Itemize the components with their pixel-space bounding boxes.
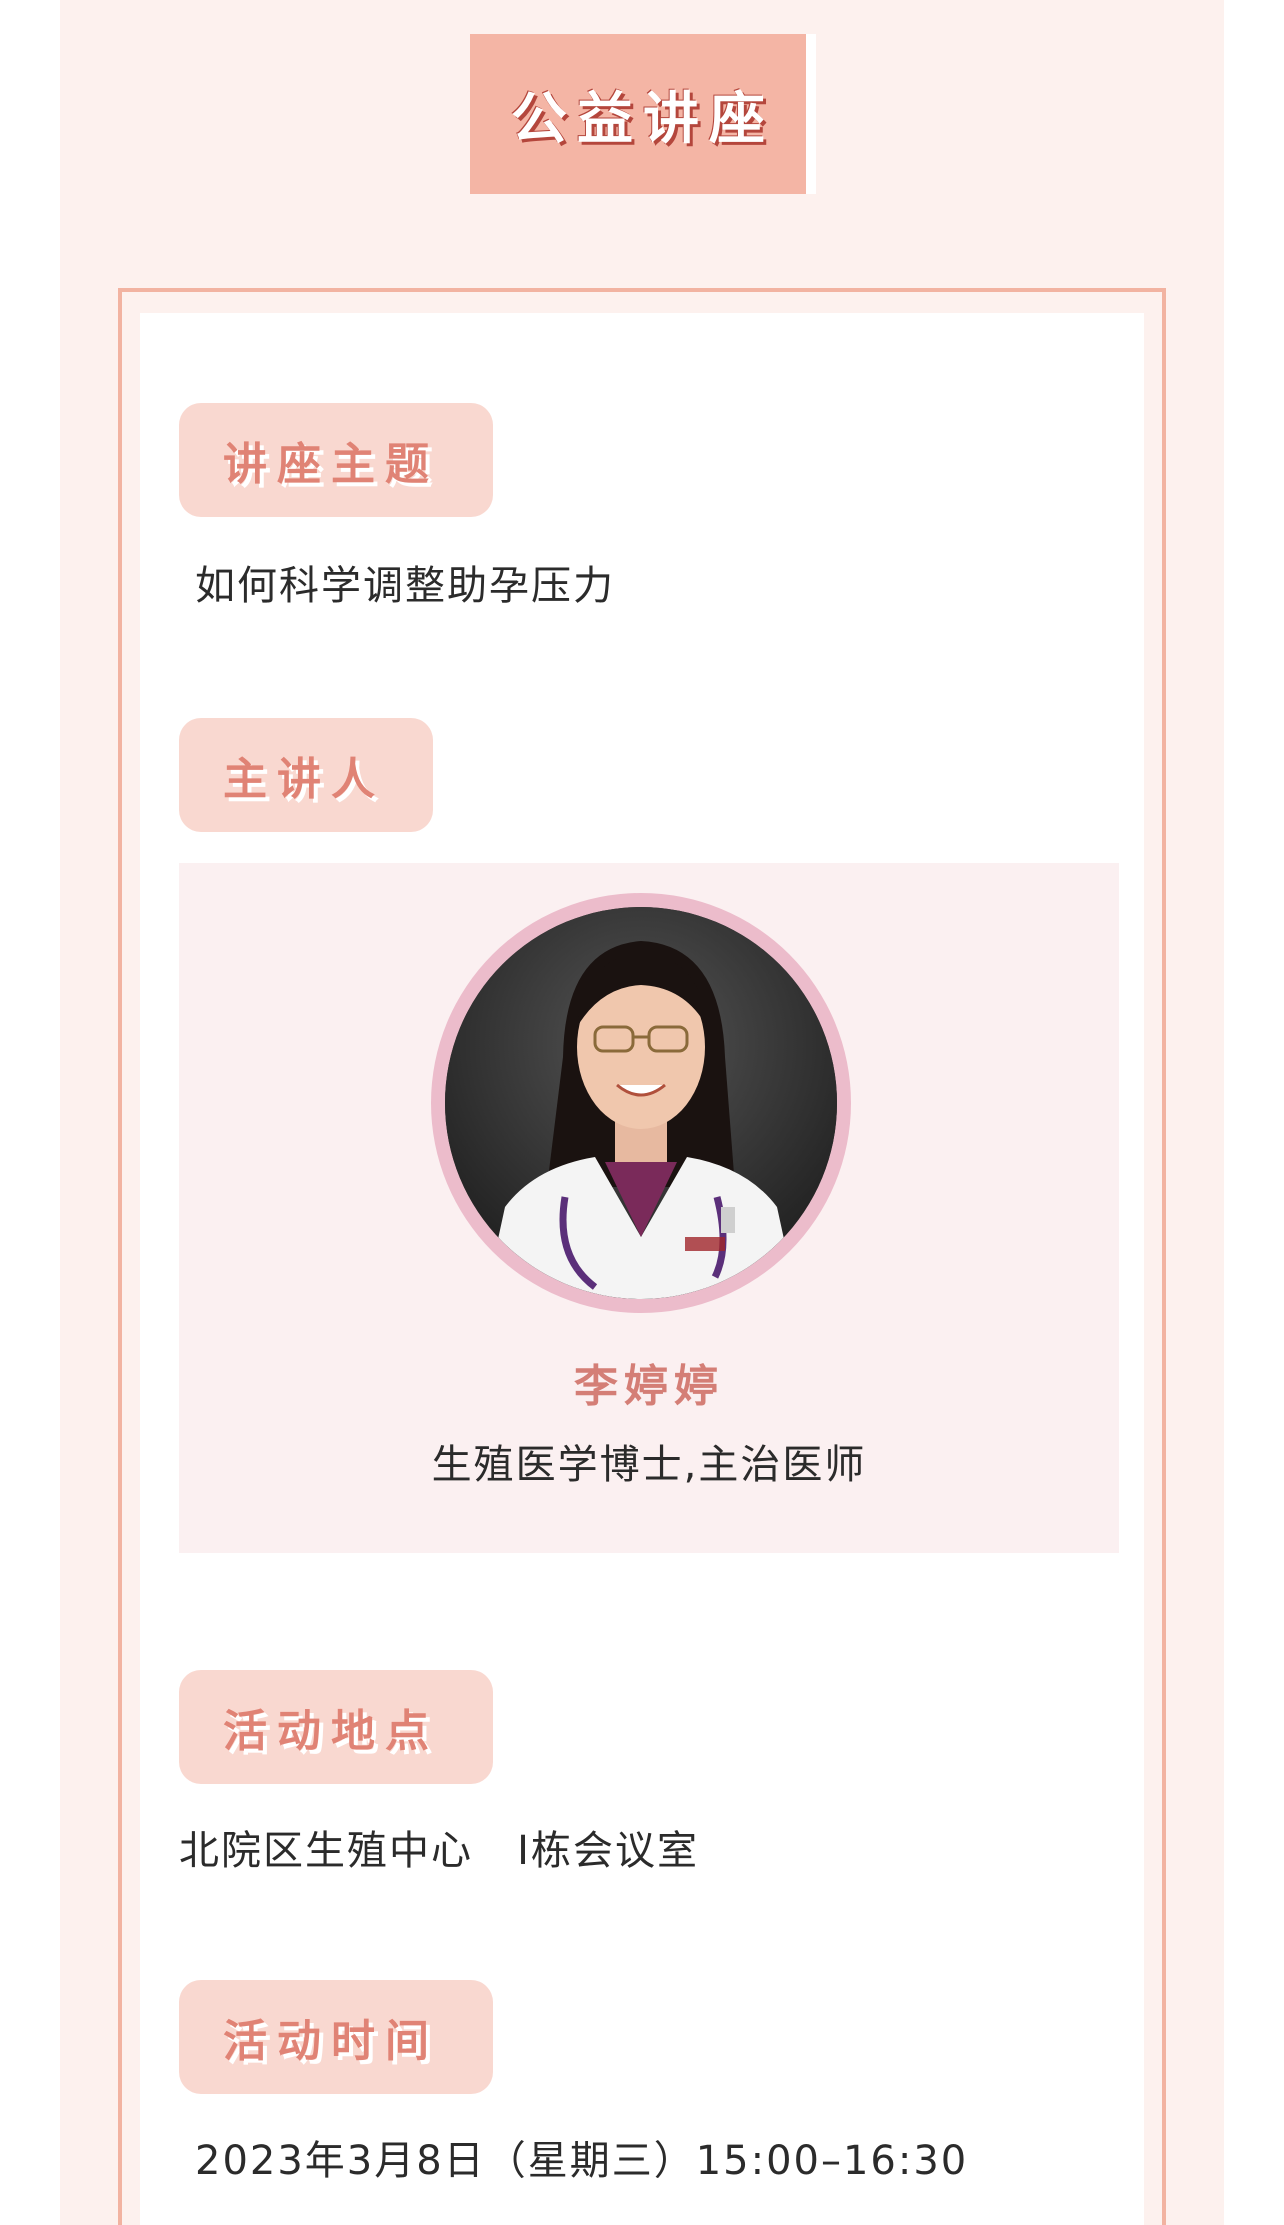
time-value: 2023年3月8日（星期三）15:00–16:30: [195, 2138, 969, 2184]
topic-value: 如何科学调整助孕压力: [195, 563, 615, 609]
doctor-portrait-icon: [445, 907, 837, 1299]
time-label: 活动时间: [223, 2016, 439, 2067]
speaker-name: 李婷婷: [574, 1361, 724, 1412]
location-value: 北院区生殖中心 I栋会议室: [179, 1828, 699, 1874]
topic-label: 讲座主题: [223, 439, 439, 490]
location-label: 活动地点: [223, 1706, 439, 1757]
speaker-label: 主讲人: [223, 754, 385, 805]
location-label-pill: 活动地点: [179, 1670, 493, 1784]
speaker-title: 生殖医学博士,主治医师: [431, 1442, 867, 1488]
topic-label-pill: 讲座主题: [179, 403, 493, 517]
speaker-avatar: [445, 907, 837, 1299]
lecture-page: 公益讲座 讲座主题 如何科学调整助孕压力 主讲人 李婷婷 生殖医学博士,主治医师…: [0, 0, 1284, 2225]
page-title: 公益讲座: [511, 86, 775, 152]
time-label-pill: 活动时间: [179, 1980, 493, 2094]
speaker-label-pill: 主讲人: [179, 718, 433, 832]
title-banner: 公益讲座: [470, 34, 816, 194]
